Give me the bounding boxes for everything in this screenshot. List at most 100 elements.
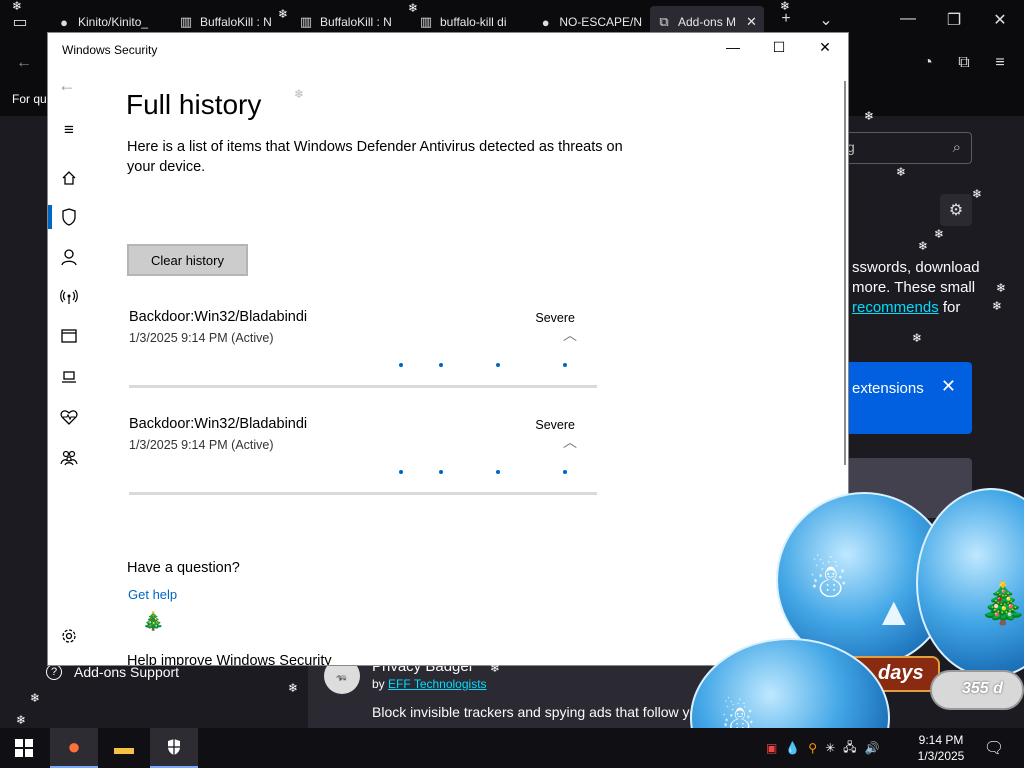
- page-description: Here is a list of items that Windows Def…: [127, 139, 623, 175]
- threat-divider: [129, 492, 597, 495]
- count-label: 355 d: [962, 680, 1003, 697]
- family-options-icon[interactable]: [58, 447, 80, 469]
- notifications-button[interactable]: 🗨: [976, 728, 1012, 768]
- by-prefix: by: [372, 677, 385, 691]
- addons-settings-button[interactable]: ⚙: [940, 194, 972, 226]
- taskbar: ● ▬ ▣ 💧 ⚲ ✳ 🖧 🔊 9:14 PM 1/3/2025 🗨: [0, 728, 1024, 768]
- archive-icon: ▥: [299, 14, 313, 29]
- get-help-link[interactable]: Get help: [128, 587, 177, 602]
- clear-history-button[interactable]: Clear history: [127, 244, 248, 276]
- app-tray-icon[interactable]: ▣: [766, 741, 777, 755]
- firewall-network-icon[interactable]: [58, 286, 80, 308]
- bookmark-peek[interactable]: For qu: [12, 92, 47, 106]
- search-tray-icon[interactable]: ⚲: [808, 741, 817, 755]
- loading-dot: [439, 470, 443, 474]
- threat-item[interactable]: Backdoor:Win32/Bladabindi 1/3/2025 9:14 …: [129, 416, 597, 506]
- scrollbar[interactable]: [844, 81, 846, 465]
- snowflake-tray-icon[interactable]: ✳: [825, 741, 835, 755]
- clock-date: 1/3/2025: [917, 749, 965, 763]
- close-icon[interactable]: ✕: [988, 10, 1012, 30]
- addons-support-link[interactable]: ? Add-ons Support: [46, 664, 179, 680]
- system-tray: ▣ 💧 ⚲ ✳ 🖧 🔊: [766, 728, 880, 768]
- restore-icon[interactable]: ❐: [942, 10, 966, 30]
- threat-name: Backdoor:Win32/Bladabindi: [129, 309, 308, 325]
- minimize-icon[interactable]: —: [896, 10, 920, 28]
- close-icon[interactable]: ✕: [813, 39, 837, 56]
- help-icon: ?: [46, 664, 62, 680]
- network-icon[interactable]: 🖧: [843, 738, 856, 759]
- start-button[interactable]: [0, 728, 48, 768]
- tab-label: NO-ESCAPE/N: [559, 15, 642, 29]
- firefox-icon: ●: [67, 734, 81, 759]
- folder-icon: ▬: [114, 736, 134, 759]
- snowman-icon: ☃: [808, 555, 850, 607]
- chevron-up-icon[interactable]: ︿: [563, 325, 577, 345]
- tab-list-icon[interactable]: ▭: [8, 12, 32, 32]
- extensions-icon[interactable]: ⧉: [952, 54, 976, 72]
- close-icon[interactable]: ✕: [941, 376, 956, 397]
- back-icon[interactable]: ←: [12, 54, 36, 72]
- settings-gear-icon[interactable]: [58, 625, 80, 647]
- loading-dot: [563, 470, 567, 474]
- loading-dot: [563, 363, 567, 367]
- taskbar-windows-security[interactable]: [150, 728, 198, 768]
- taskbar-clock[interactable]: 9:14 PM 1/3/2025: [914, 732, 968, 764]
- gear-icon: ⚙: [948, 202, 964, 219]
- intro-line-1: sswords, download: [852, 259, 980, 276]
- snowflake-icon: ❄: [896, 165, 907, 179]
- menu-icon[interactable]: ≡: [988, 54, 1012, 72]
- droplet-icon[interactable]: 💧: [785, 741, 800, 755]
- snow-globe-base: 355 d: [930, 670, 1024, 710]
- snowflake-icon: ❄: [912, 331, 923, 345]
- archive-icon: ▥: [179, 14, 193, 29]
- snowflake-icon: ❄: [12, 0, 23, 13]
- loading-dot: [399, 470, 403, 474]
- clock-time: 9:14 PM: [918, 733, 964, 747]
- shield-icon[interactable]: [58, 206, 80, 228]
- device-health-icon[interactable]: [58, 406, 80, 428]
- snowflake-icon: ❄: [294, 87, 305, 101]
- maximize-icon[interactable]: ☐: [767, 39, 791, 56]
- chevron-up-icon[interactable]: ︿: [563, 432, 577, 452]
- snowflake-icon: ❄: [490, 661, 501, 675]
- device-security-icon[interactable]: [58, 366, 80, 388]
- snowflake-icon: ❄: [30, 691, 41, 705]
- window-title: Windows Security: [62, 43, 158, 57]
- snowflake-icon: ❄: [992, 299, 1003, 313]
- app-browser-control-icon[interactable]: [58, 325, 80, 347]
- home-icon[interactable]: [58, 167, 80, 189]
- threat-severity: Severe: [535, 311, 575, 325]
- support-label: Add-ons Support: [74, 664, 180, 680]
- github-icon: ●: [541, 14, 550, 30]
- snowflake-icon: ❄: [972, 187, 983, 201]
- account-icon[interactable]: ◔: [916, 54, 940, 72]
- loading-dots: [129, 470, 597, 478]
- search-icon: ⌕: [952, 139, 961, 156]
- author-link[interactable]: EFF Technologists: [388, 677, 487, 691]
- tab-label: BuffaloKill : N: [320, 15, 392, 29]
- snowflake-icon: ❄: [780, 0, 791, 13]
- snowflake-icon: ❄: [996, 281, 1007, 295]
- threat-severity: Severe: [535, 418, 575, 432]
- addon-description: Block invisible trackers and spying ads …: [372, 704, 698, 720]
- volume-icon[interactable]: 🔊: [865, 741, 880, 755]
- account-icon[interactable]: [58, 246, 80, 268]
- minimize-icon[interactable]: —: [721, 39, 745, 55]
- snowflake-icon: ❄: [16, 713, 27, 727]
- notification-icon: 🗨: [983, 740, 1005, 757]
- recommends-link[interactable]: recommends: [852, 299, 939, 316]
- snowflake-icon: ❄: [288, 681, 299, 695]
- search-text: g: [847, 139, 855, 155]
- addons-search-input[interactable]: g ⌕: [836, 132, 972, 164]
- snowflake-icon: ❄: [278, 7, 289, 21]
- taskbar-firefox[interactable]: ●: [50, 728, 98, 768]
- threat-name: Backdoor:Win32/Bladabindi: [129, 416, 308, 432]
- threat-item[interactable]: Backdoor:Win32/Bladabindi 1/3/2025 9:14 …: [129, 309, 597, 399]
- addon-author-line: by EFF Technologists: [372, 677, 487, 691]
- tab-label: buffalo-kill di: [440, 15, 507, 29]
- close-tab-icon[interactable]: ✕: [746, 14, 757, 30]
- chevron-down-icon[interactable]: ⌄: [814, 10, 838, 30]
- back-arrow-icon[interactable]: ←: [58, 75, 76, 96]
- hamburger-menu-icon[interactable]: ≡: [58, 119, 80, 141]
- taskbar-file-explorer[interactable]: ▬: [100, 728, 148, 768]
